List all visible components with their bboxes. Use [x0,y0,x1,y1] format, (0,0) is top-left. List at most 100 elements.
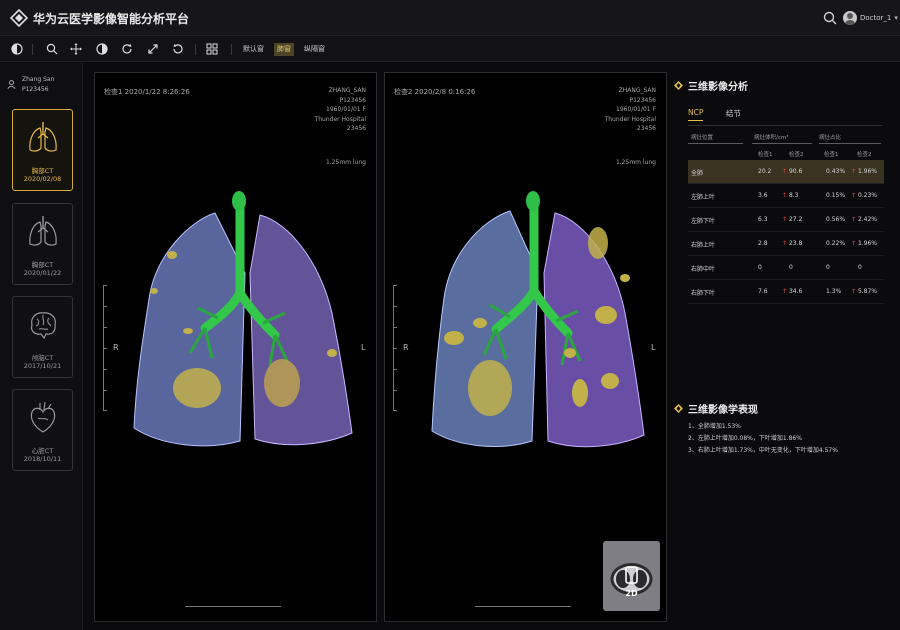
table-cell: ↑ 1.96% [851,168,877,175]
viewport-exam-1[interactable]: 检查1 2020/1/22 8:26:26 ZHANG_SAN P123456 … [94,72,377,622]
table-cell: ↑ 5.87% [851,288,877,295]
table-cell: 20.2 [758,168,771,175]
move-icon[interactable] [68,41,84,57]
table-cell: ↑ 1.96% [851,240,877,247]
horizontal-scale [185,601,281,607]
user-name: Doctor_1 [860,14,892,22]
info-id: P123456 [629,96,656,104]
slice-thickness: 1.25mm lung [615,159,656,166]
sub-col-exam2: 检查2 [857,152,872,158]
cell-value: 2.42% [857,216,877,223]
info-study-no: 23456 [346,125,366,132]
app-logo-icon [10,9,28,27]
table-body: 全肺 20.2 ↑ 90.6 0.43% ↑ 1.96% 左肺上叶 3.6 ↑ 8.3 0.15… [688,160,884,304]
header-underline [688,143,743,144]
table-cell: 右肺上叶 [691,240,715,249]
finding-item: 1、全肺增加1.53% [688,423,741,430]
table-row[interactable]: 右肺上叶 2.8 ↑ 23.8 0.22% ↑ 1.96% [688,232,884,256]
study-date: 2018/10/11 [23,455,62,463]
toolbar-divider [195,44,196,55]
vertical-scale [103,285,111,411]
cell-value: 34.6 [788,288,803,295]
lungs-icon [29,122,57,152]
invert-icon[interactable] [94,41,110,57]
info-patient: ZHANG_SAN [618,87,656,94]
vertical-scale [393,285,401,411]
sub-col-exam1: 检查1 [758,152,773,158]
patient-id: P123456 [22,86,49,93]
study-card-head-ct[interactable]: 颅脑CT 2017/10/21 [12,296,73,378]
cell-value: 0.56% [826,216,846,223]
cell-value: 8.3 [788,192,799,199]
arrow-up-icon: ↑ [782,216,789,223]
cell-value: 0.15% [826,192,846,199]
lesion-table: 病灶位置 病灶体积/cm³ 病灶占比 检查1 检查2 检查1 检查2 全肺 20.… [688,133,884,304]
cell-value: 0.43% [826,168,846,175]
table-cell: ↑ 90.6 [782,168,802,175]
table-cell: 3.6 [758,192,768,199]
tab-nodule[interactable]: 结节 [726,108,741,119]
table-cell: 0 [789,264,793,271]
cell-value: 0 [758,264,762,271]
header-underline [752,143,812,144]
search-icon[interactable] [822,10,838,26]
study-list-panel: Zhang San P123456 胸部CT 2020/02/08 胸部CT 2… [0,63,83,630]
info-id: P123456 [339,96,366,104]
findings-title: 三维影像学表现 [688,405,758,416]
table-cell: ↑ 2.42% [851,216,877,223]
table-cell: ↑ 8.3 [782,192,798,199]
brain-icon [30,312,56,340]
preset-mediastinal-window[interactable]: 纵隔窗 [301,43,328,56]
table-row[interactable]: 全肺 20.2 ↑ 90.6 0.43% ↑ 1.96% [688,160,884,184]
cell-value: 0.22% [826,240,846,247]
preset-default-window[interactable]: 默认窗 [240,43,267,56]
cell-value: 左肺上叶 [691,194,716,201]
study-label: 胸部CT [31,167,54,175]
header-underline [819,143,881,144]
study-card-heart-ct[interactable]: 心脏CT 2018/10/11 [12,389,73,471]
table-cell: 右肺下叶 [691,288,715,297]
arrow-up-icon: ↑ [782,240,789,247]
col-position: 病灶位置 [691,135,714,141]
table-cell: 2.8 [758,240,768,247]
view-2d-label: 2D [625,589,638,598]
tab-ncp[interactable]: NCP [688,108,704,121]
app-title: 华为云医学影像智能分析平台 [33,12,190,26]
arrow-up-icon: ↑ [782,288,789,295]
col-ratio: 病灶占比 [819,135,842,141]
user-menu[interactable]: Doctor_1 ▾ [843,10,898,26]
table-row[interactable]: 右肺中叶 0 0 0 0 [688,256,884,280]
dicom-info: ZHANG_SAN P123456 1960/01/01 F Thunder H… [315,86,366,134]
section-diamond-icon [674,81,683,90]
table-row[interactable]: 左肺下叶 6.3 ↑ 27.2 0.56% ↑ 2.42% [688,208,884,232]
table-cell: 0.43% [826,168,845,175]
preset-lung-window[interactable]: 肺窗 [274,43,294,56]
study-card-chest-ct-0122[interactable]: 胸部CT 2020/01/22 [12,203,73,285]
table-cell: 左肺下叶 [691,216,715,225]
toolbar-divider [32,44,33,55]
table-row[interactable]: 右肺下叶 7.6 ↑ 34.6 1.3% ↑ 5.87% [688,280,884,304]
section-diamond-icon [674,404,683,413]
contrast-icon[interactable] [9,41,25,57]
analysis-title: 三维影像分析 [688,82,748,93]
cell-value: 0 [789,264,793,271]
cell-value: 0 [858,264,862,271]
view-2d-toggle-button[interactable]: 2D [603,541,660,611]
study-card-chest-ct-0208[interactable]: 胸部CT 2020/02/08 [12,109,73,191]
layout-grid-icon[interactable] [204,41,220,57]
top-bar: 华为云医学影像智能分析平台 Doctor_1 ▾ [0,0,900,36]
table-row[interactable]: 左肺上叶 3.6 ↑ 8.3 0.15% ↑ 0.23% [688,184,884,208]
table-cell: 全肺 [691,168,703,177]
cell-value: 1.3% [826,288,842,295]
zoom-search-icon[interactable] [44,41,60,57]
cell-value: 23.8 [788,240,803,247]
heart-icon [30,401,56,433]
cell-value: 0.23% [857,192,877,199]
col-volume: 病灶体积/cm³ [754,135,789,141]
expand-icon[interactable] [145,41,161,57]
reset-icon[interactable] [170,41,186,57]
viewport-exam-2[interactable]: 检查2 2020/2/8 0:16:26 ZHANG_SAN P123456 1… [384,72,667,622]
cell-value: 2.8 [758,240,768,247]
cell-value: 左肺下叶 [691,218,716,225]
rotate-icon[interactable] [119,41,135,57]
